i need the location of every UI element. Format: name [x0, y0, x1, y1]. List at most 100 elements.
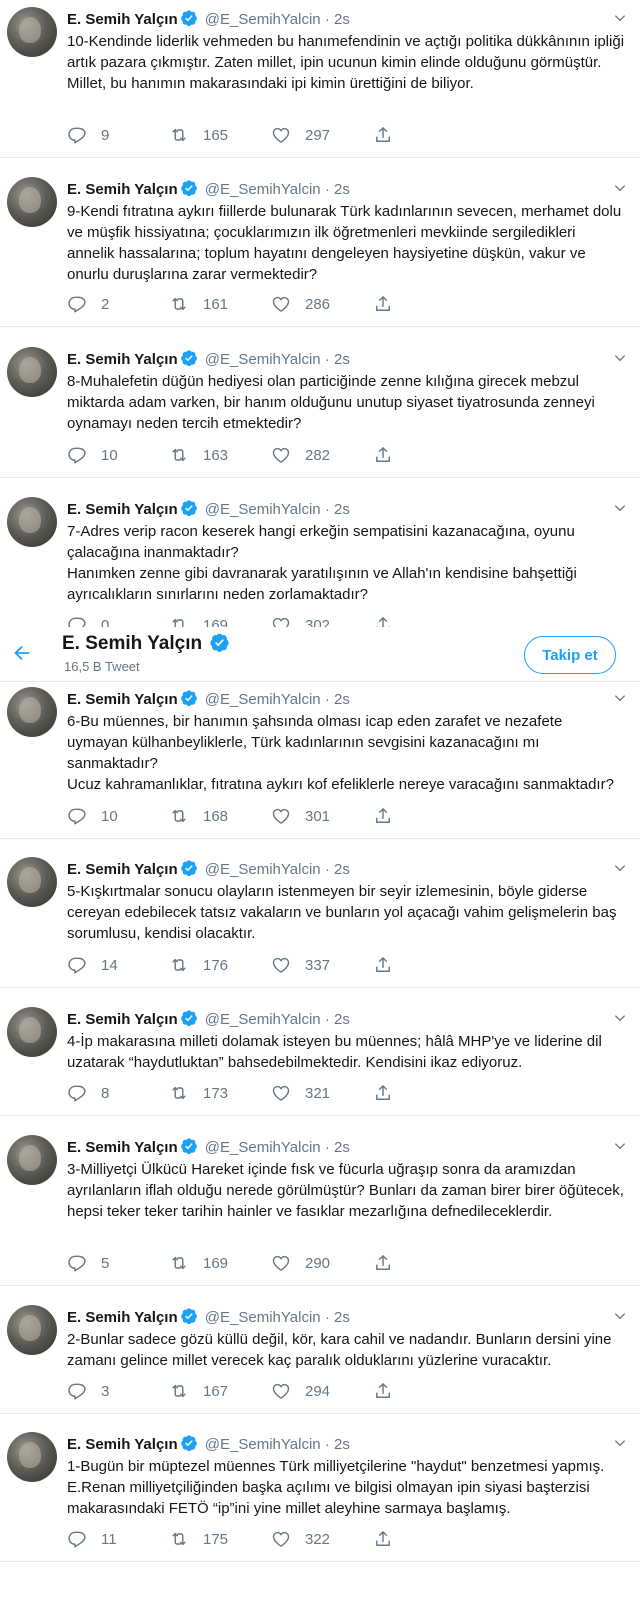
- like-button[interactable]: 301: [271, 806, 373, 826]
- share-button[interactable]: [373, 1253, 407, 1273]
- retweet-button[interactable]: 163: [169, 445, 271, 465]
- author-handle[interactable]: @E_SemihYalcin: [205, 1011, 321, 1028]
- author-name[interactable]: E. Semih Yalçın: [67, 1309, 178, 1326]
- tweet-time[interactable]: 2s: [334, 501, 350, 518]
- like-button[interactable]: 294: [271, 1381, 373, 1401]
- author-name[interactable]: E. Semih Yalçın: [67, 1139, 178, 1156]
- retweet-button[interactable]: 161: [169, 294, 271, 314]
- author-handle[interactable]: @E_SemihYalcin: [205, 1139, 321, 1156]
- share-button[interactable]: [373, 125, 407, 145]
- retweet-button[interactable]: 175: [169, 1529, 271, 1549]
- reply-button[interactable]: 8: [67, 1083, 169, 1103]
- retweet-button[interactable]: 167: [169, 1381, 271, 1401]
- share-button[interactable]: [373, 294, 407, 314]
- chevron-down-icon[interactable]: [612, 10, 628, 26]
- retweet-button[interactable]: 176: [169, 955, 271, 975]
- tweet-time[interactable]: 2s: [334, 1139, 350, 1156]
- author-name[interactable]: E. Semih Yalçın: [67, 181, 178, 198]
- share-button[interactable]: [373, 1083, 407, 1103]
- retweet-button[interactable]: 173: [169, 1083, 271, 1103]
- author-name[interactable]: E. Semih Yalçın: [67, 501, 178, 518]
- chevron-down-icon[interactable]: [612, 500, 628, 516]
- avatar[interactable]: [7, 7, 57, 57]
- reply-button[interactable]: 14: [67, 955, 169, 975]
- reply-button[interactable]: 11: [67, 1529, 169, 1549]
- like-button[interactable]: 337: [271, 955, 373, 975]
- share-button[interactable]: [373, 806, 407, 826]
- chevron-down-icon[interactable]: [612, 1308, 628, 1324]
- follow-button[interactable]: Takip et: [524, 636, 616, 674]
- author-name[interactable]: E. Semih Yalçın: [67, 861, 178, 878]
- tweet-text: 7-Adres verip racon keserek hangi erkeği…: [67, 521, 626, 605]
- avatar[interactable]: [7, 1007, 57, 1057]
- avatar[interactable]: [7, 1432, 57, 1482]
- share-button[interactable]: [373, 1381, 407, 1401]
- share-button[interactable]: [373, 955, 407, 975]
- tweet-time[interactable]: 2s: [334, 1436, 350, 1453]
- avatar[interactable]: [7, 1135, 57, 1185]
- author-name[interactable]: E. Semih Yalçın: [67, 1436, 178, 1453]
- reply-button[interactable]: 9: [67, 125, 169, 145]
- tweet[interactable]: E. Semih Yalçın @E_SemihYalcin · 2s 4-İp …: [0, 1000, 640, 1116]
- tweet-actions: 3 167 294: [67, 1380, 407, 1402]
- like-button[interactable]: 290: [271, 1253, 373, 1273]
- avatar[interactable]: [7, 687, 57, 737]
- avatar[interactable]: [7, 347, 57, 397]
- chevron-down-icon[interactable]: [612, 1138, 628, 1154]
- reply-button[interactable]: 3: [67, 1381, 169, 1401]
- chevron-down-icon[interactable]: [612, 690, 628, 706]
- like-button[interactable]: 282: [271, 445, 373, 465]
- share-button[interactable]: [373, 445, 407, 465]
- share-button[interactable]: [373, 1529, 407, 1549]
- avatar[interactable]: [7, 497, 57, 547]
- reply-button[interactable]: 10: [67, 445, 169, 465]
- retweet-button[interactable]: 165: [169, 125, 271, 145]
- like-button[interactable]: 322: [271, 1529, 373, 1549]
- tweet[interactable]: E. Semih Yalçın @E_SemihYalcin · 2s 8-Muh…: [0, 340, 640, 478]
- author-handle[interactable]: @E_SemihYalcin: [205, 691, 321, 708]
- reply-button[interactable]: 2: [67, 294, 169, 314]
- author-name[interactable]: E. Semih Yalçın: [67, 11, 178, 28]
- author-handle[interactable]: @E_SemihYalcin: [205, 861, 321, 878]
- tweet-time[interactable]: 2s: [334, 11, 350, 28]
- author-handle[interactable]: @E_SemihYalcin: [205, 351, 321, 368]
- reply-button[interactable]: 10: [67, 806, 169, 826]
- like-button[interactable]: 297: [271, 125, 373, 145]
- avatar[interactable]: [7, 1305, 57, 1355]
- chevron-down-icon[interactable]: [612, 350, 628, 366]
- author-name[interactable]: E. Semih Yalçın: [67, 691, 178, 708]
- chevron-down-icon[interactable]: [612, 1435, 628, 1451]
- author-name[interactable]: E. Semih Yalçın: [67, 351, 178, 368]
- tweet-time[interactable]: 2s: [334, 1011, 350, 1028]
- author-handle[interactable]: @E_SemihYalcin: [205, 501, 321, 518]
- author-handle[interactable]: @E_SemihYalcin: [205, 1436, 321, 1453]
- tweet-time[interactable]: 2s: [334, 861, 350, 878]
- tweet[interactable]: E. Semih Yalçın @E_SemihYalcin · 2s 7-Adr…: [0, 490, 640, 648]
- reply-button[interactable]: 5: [67, 1253, 169, 1273]
- author-handle[interactable]: @E_SemihYalcin: [205, 1309, 321, 1326]
- tweet-time[interactable]: 2s: [334, 351, 350, 368]
- chevron-down-icon[interactable]: [612, 180, 628, 196]
- author-handle[interactable]: @E_SemihYalcin: [205, 181, 321, 198]
- like-button[interactable]: 321: [271, 1083, 373, 1103]
- chevron-down-icon[interactable]: [612, 1010, 628, 1026]
- retweet-button[interactable]: 168: [169, 806, 271, 826]
- tweet[interactable]: E. Semih Yalçın @E_SemihYalcin · 2s 6-Bu …: [0, 680, 640, 839]
- tweet-time[interactable]: 2s: [334, 1309, 350, 1326]
- tweet[interactable]: E. Semih Yalçın @E_SemihYalcin · 2s 5-Kış…: [0, 850, 640, 988]
- tweet[interactable]: E. Semih Yalçın @E_SemihYalcin · 2s 9-Ken…: [0, 170, 640, 327]
- tweet[interactable]: E. Semih Yalçın @E_SemihYalcin · 2s 3-Mil…: [0, 1128, 640, 1286]
- chevron-down-icon[interactable]: [612, 860, 628, 876]
- avatar[interactable]: [7, 177, 57, 227]
- retweet-button[interactable]: 169: [169, 1253, 271, 1273]
- tweet-time[interactable]: 2s: [334, 181, 350, 198]
- author-handle[interactable]: @E_SemihYalcin: [205, 11, 321, 28]
- tweet[interactable]: E. Semih Yalçın @E_SemihYalcin · 2s 10-Ke…: [0, 0, 640, 158]
- tweet[interactable]: E. Semih Yalçın @E_SemihYalcin · 2s 1-Bug…: [0, 1425, 640, 1562]
- like-button[interactable]: 286: [271, 294, 373, 314]
- author-name[interactable]: E. Semih Yalçın: [67, 1011, 178, 1028]
- avatar[interactable]: [7, 857, 57, 907]
- back-arrow-icon[interactable]: [11, 642, 33, 664]
- tweet[interactable]: E. Semih Yalçın @E_SemihYalcin · 2s 2-Bun…: [0, 1298, 640, 1414]
- tweet-time[interactable]: 2s: [334, 691, 350, 708]
